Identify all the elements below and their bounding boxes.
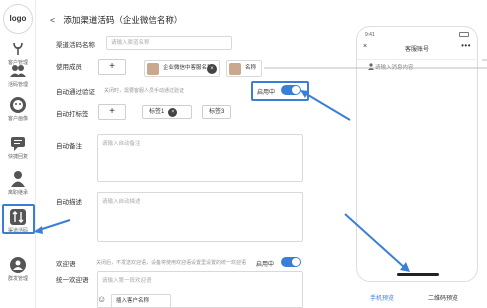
toggle-highlight-box bbox=[251, 81, 309, 101]
sidebar-item-portrait[interactable]: 客户画像 bbox=[0, 96, 36, 130]
sidebar-highlight-box bbox=[2, 204, 35, 234]
avatar bbox=[229, 63, 241, 75]
auto-desc-label: 自动描述 bbox=[56, 199, 82, 206]
group-icon bbox=[10, 257, 26, 273]
remove-icon[interactable]: × bbox=[207, 64, 217, 74]
more-icon: ••• bbox=[461, 41, 471, 50]
auto-remark-label: 自动备注 bbox=[56, 143, 82, 150]
phone-nav-bar: × 客服账号 ••• bbox=[357, 41, 477, 57]
phone-status-time: 9:41 bbox=[365, 32, 375, 38]
divider bbox=[357, 59, 477, 60]
sidebar-item-quickreply[interactable]: 快捷回复 bbox=[0, 134, 36, 168]
auto-remark-textarea[interactable]: 请输入自动备注 bbox=[97, 134, 303, 182]
tag-label: 标签3 bbox=[209, 109, 225, 115]
welcome-toggle-label: 启用中 bbox=[256, 262, 275, 268]
channel-name-input[interactable]: 请输入渠道名称 bbox=[106, 36, 232, 50]
emoji-icon[interactable]: ☺ bbox=[97, 294, 106, 304]
remove-icon[interactable]: × bbox=[168, 108, 178, 117]
sidebar-item-label: 离职继承 bbox=[7, 190, 28, 196]
face-icon bbox=[10, 97, 26, 113]
add-member-button[interactable]: + bbox=[98, 59, 126, 75]
phone-message-row: 请输入消息内容 bbox=[357, 61, 477, 73]
unified-welcome-label: 统一欢迎语 bbox=[56, 277, 89, 284]
app-root: logo 客户管理 活码管理 客户画像 快捷回复 离职继承 渠道活码 群发管理 … bbox=[0, 0, 487, 308]
chat-icon bbox=[11, 137, 25, 151]
sidebar-item-inherit[interactable]: 离职继承 bbox=[0, 170, 36, 204]
welcome-hint: 关闭后，不发送欢迎语，设备将使用欢迎语设置里设置的统一欢迎语 bbox=[96, 260, 247, 266]
phone-preview: 9:41 × 客服账号 ••• 请输入消息内容 bbox=[356, 26, 478, 282]
auto-verify-label: 自动通过验证 bbox=[56, 89, 95, 96]
page-title: < 添加渠道活码（企业微信名称） bbox=[50, 14, 182, 26]
tab-qr-preview[interactable]: 二维码预览 bbox=[428, 293, 458, 302]
member-chip[interactable]: 名称 bbox=[226, 60, 262, 77]
arrow-line bbox=[35, 219, 71, 232]
auto-desc-textarea[interactable]: 请输入自动描述 bbox=[97, 192, 303, 242]
unified-welcome-placeholder: 请输入第一段欢迎语 bbox=[102, 278, 152, 284]
logo: logo bbox=[3, 4, 33, 34]
member-name: 名称 bbox=[245, 65, 257, 71]
sidebar-item-label: 快捷回复 bbox=[7, 154, 28, 160]
auto-tag-label: 自动打标签 bbox=[56, 111, 89, 118]
member-chip[interactable]: 企业微信中客服名称 × bbox=[144, 60, 220, 77]
sidebar-item-label: 客户画像 bbox=[7, 116, 28, 122]
insert-name-button[interactable]: 插入客户名称 bbox=[111, 294, 171, 308]
tag-label: 标签1 bbox=[149, 109, 165, 115]
page-title-text: 添加渠道活码（企业微信名称） bbox=[63, 15, 183, 25]
welcome-toggle[interactable] bbox=[281, 257, 301, 267]
channel-name-label: 渠道活码名称 bbox=[56, 42, 95, 49]
phone-message: 请输入消息内容 bbox=[375, 65, 414, 71]
add-tag-button[interactable]: + bbox=[98, 104, 126, 120]
people-icon bbox=[10, 65, 26, 77]
auto-verify-hint: 关闭时，需要客服人员手动通过验证 bbox=[104, 88, 185, 94]
tag-chip[interactable]: 标签3 bbox=[202, 105, 232, 119]
arrow-line bbox=[302, 91, 351, 121]
user-icon bbox=[368, 63, 374, 70]
person-icon bbox=[13, 42, 23, 55]
sidebar-item-label: 群发管理 bbox=[7, 276, 28, 282]
member-name: 企业微信中客服名称 bbox=[163, 65, 213, 71]
sidebar: logo 客户管理 活码管理 客户画像 快捷回复 离职继承 渠道活码 群发管理 bbox=[0, 0, 36, 308]
avatar bbox=[147, 63, 159, 75]
user-icon bbox=[11, 171, 25, 187]
welcome-label: 欢迎语 bbox=[56, 261, 76, 268]
members-label: 使用成员 bbox=[56, 64, 82, 71]
home-indicator bbox=[397, 273, 439, 276]
tag-chip[interactable]: 标签1 × bbox=[142, 105, 192, 119]
sidebar-item-livecode[interactable]: 活码管理 bbox=[0, 62, 36, 96]
back-icon[interactable]: < bbox=[50, 15, 55, 25]
sidebar-item-broadcast[interactable]: 群发管理 bbox=[0, 256, 36, 290]
battery-icon bbox=[459, 32, 469, 37]
tab-phone-preview[interactable]: 手机预览 bbox=[370, 293, 394, 302]
phone-title: 客服账号 bbox=[404, 47, 429, 53]
sidebar-item-label: 活码管理 bbox=[7, 82, 28, 88]
